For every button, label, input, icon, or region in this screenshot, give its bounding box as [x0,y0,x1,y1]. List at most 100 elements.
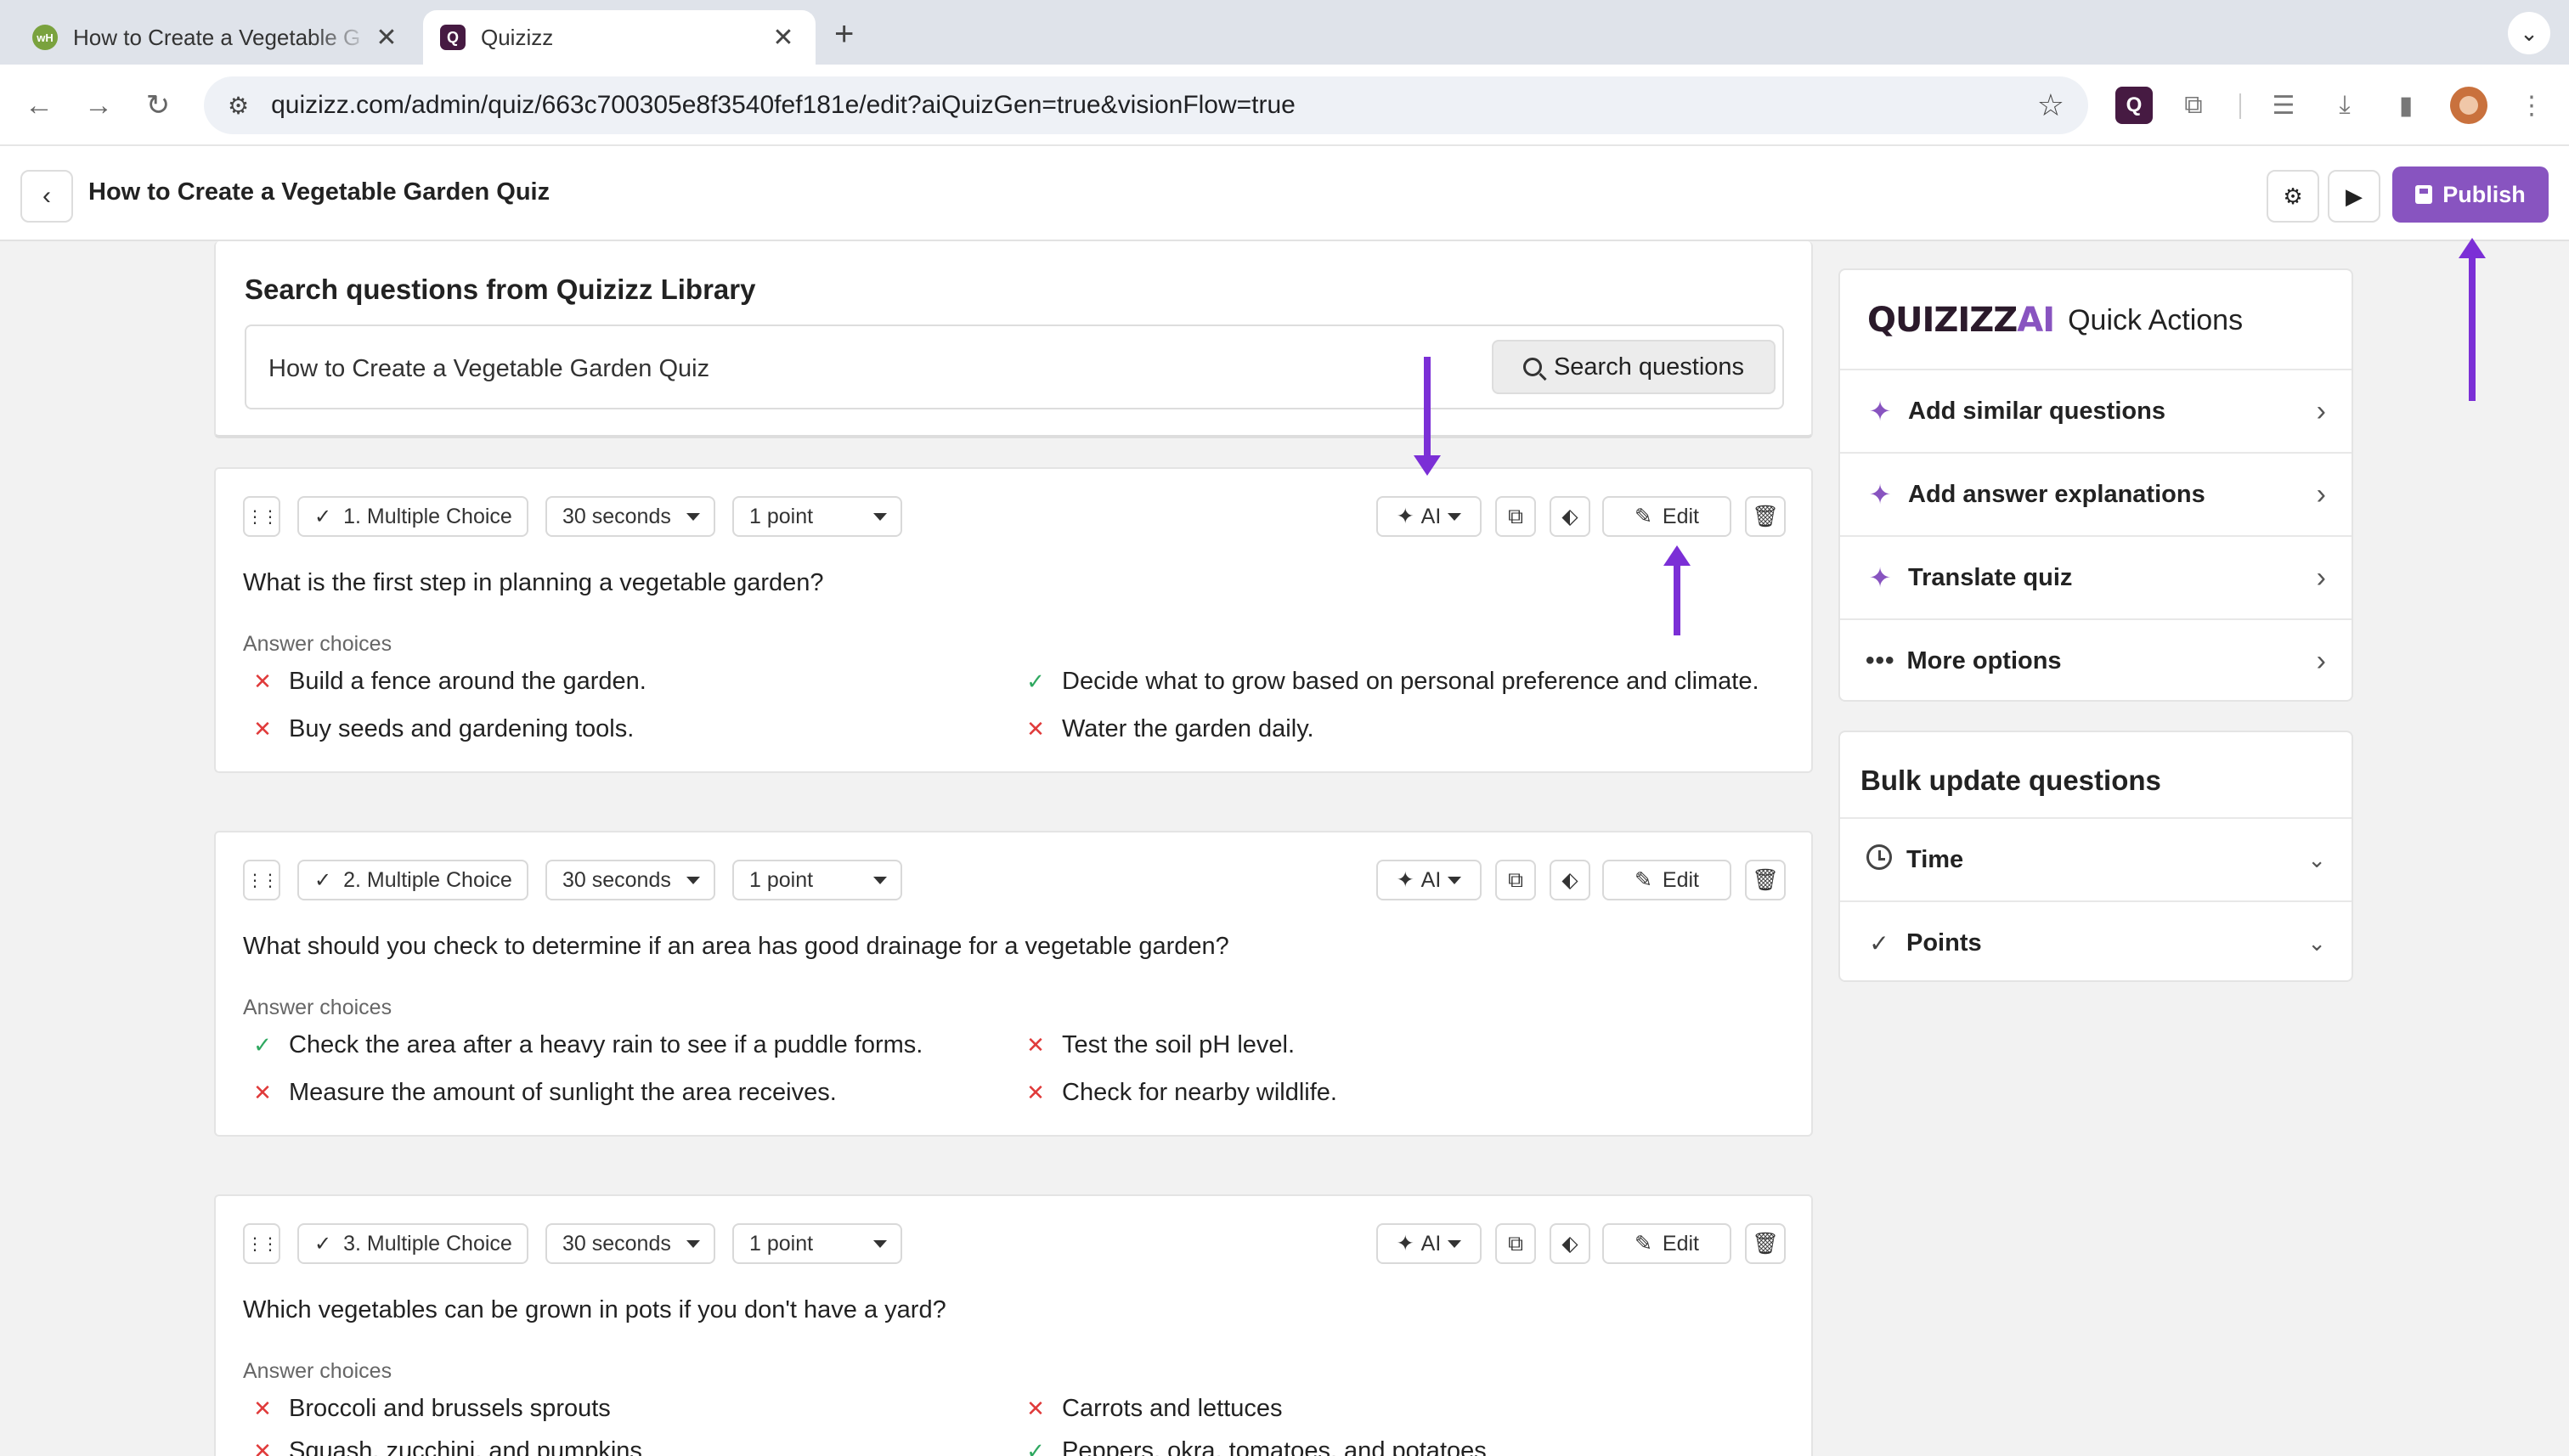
sparkle-icon: ✦ [1396,868,1414,892]
drag-handle-icon[interactable]: ⋮⋮ [243,496,280,537]
edit-label: Edit [1662,504,1700,528]
new-tab-icon[interactable]: + [834,15,854,54]
duplicate-button[interactable]: ⧉ [1495,1223,1536,1264]
answer-choices-label: Answer choices [243,632,392,656]
back-arrow-icon[interactable]: ← [19,85,59,126]
answer-choice: ✕ Water the garden daily. [1025,715,1314,743]
cross-icon: ✕ [253,1438,272,1456]
clock-icon [1866,844,1893,876]
tag-button[interactable]: ⬖ [1550,496,1590,537]
forward-arrow-icon[interactable]: → [78,85,119,126]
bulk-points-accordion[interactable]: ✓ Points ⌄ [1840,900,2352,984]
action-label: Translate quiz [1908,563,2073,591]
publish-button[interactable]: Publish [2392,166,2549,223]
side-panel-icon[interactable]: ▮ [2387,87,2425,124]
bulk-time-accordion[interactable]: Time ⌄ [1840,817,2352,900]
time-dropdown[interactable]: 30 seconds [545,496,715,537]
ai-enhance-button[interactable]: ✦ AI [1376,860,1482,900]
add-similar-questions-action[interactable]: ✦ Add similar questions › [1840,369,2352,452]
ai-enhance-button[interactable]: ✦ AI [1376,496,1482,537]
trash-icon: 🗑 [1752,867,1779,892]
points-dropdown[interactable]: 1 point [732,496,902,537]
browser-tab-quizizz[interactable]: Q Quizizz ✕ [423,10,816,65]
points-label: 1 point [749,1231,814,1256]
question-type-dropdown[interactable]: ✓ 1. Multiple Choice [297,496,528,537]
search-questions-button[interactable]: Search questions [1492,340,1776,394]
cross-icon: ✕ [1026,1032,1045,1058]
play-icon: ▶ [2346,183,2363,209]
preview-button[interactable]: ▶ [2328,170,2380,223]
quizizz-extension-icon[interactable]: Q [2115,87,2153,124]
tag-icon: ⬖ [1561,868,1578,892]
answer-choice: ✕ Squash, zucchini, and pumpkins [251,1437,642,1456]
question-text: What is the first step in planning a veg… [243,569,824,596]
answer-choices-label: Answer choices [243,996,392,1019]
browser-tab-bar: wH How to Create a Vegetable G ✕ Q Quizi… [0,0,2569,65]
points-dropdown[interactable]: 1 point [732,860,902,900]
profile-avatar[interactable] [2450,87,2487,124]
add-answer-explanations-action[interactable]: ✦ Add answer explanations › [1840,452,2352,535]
quiz-title: How to Create a Vegetable Garden Quiz [88,178,550,206]
settings-button[interactable]: ⚙ [2267,170,2319,223]
tab-search-chevron-icon[interactable]: ⌄ [2508,12,2550,54]
caret-down-icon [873,512,887,521]
answer-choice: ✕ Buy seeds and gardening tools. [251,715,634,743]
question-type-dropdown[interactable]: ✓ 3. Multiple Choice [297,1223,528,1264]
time-dropdown[interactable]: 30 seconds [545,1223,715,1264]
browser-menu-icon[interactable]: ⋮ [2513,87,2550,124]
extensions-puzzle-icon[interactable]: ⧉ [2175,87,2212,124]
copy-icon: ⧉ [1508,1231,1523,1256]
back-button[interactable]: ‹ [20,170,73,223]
question-type-dropdown[interactable]: ✓ 2. Multiple Choice [297,860,528,900]
reading-list-icon[interactable]: ☰ [2265,87,2302,124]
edit-button[interactable]: ✎ Edit [1602,860,1731,900]
delete-button[interactable]: 🗑 [1745,860,1786,900]
check-icon: ✓ [1026,1438,1045,1456]
search-input-value[interactable]: How to Create a Vegetable Garden Quiz [268,355,709,383]
close-tab-icon[interactable]: ✕ [371,23,402,53]
chevron-down-icon: ⌄ [2307,929,2326,956]
points-label: 1 point [749,867,814,892]
close-tab-icon[interactable]: ✕ [768,23,799,53]
duplicate-button[interactable]: ⧉ [1495,496,1536,537]
url-text[interactable]: quizizz.com/admin/quiz/663c700305e8f3540… [271,91,2037,120]
more-options-action[interactable]: ••• More options › [1840,618,2352,702]
time-dropdown[interactable]: 30 seconds [545,860,715,900]
check-icon: ✓ [1026,669,1045,694]
answer-text: Carrots and lettuces [1062,1395,1283,1422]
search-input[interactable]: How to Create a Vegetable Garden Quiz Se… [245,324,1784,409]
answer-choices-label: Answer choices [243,1359,392,1383]
question-card: ⋮⋮ ✓ 3. Multiple Choice 30 seconds 1 poin… [214,1194,1813,1456]
drag-handle-icon[interactable]: ⋮⋮ [243,1223,280,1264]
duplicate-button[interactable]: ⧉ [1495,860,1536,900]
browser-tab-wikihow[interactable]: wH How to Create a Vegetable G ✕ [15,10,419,65]
library-search-card: Search questions from Quizizz Library Ho… [214,241,1813,438]
answer-text: Check the area after a heavy rain to see… [289,1031,923,1058]
translate-quiz-action[interactable]: ✦ Translate quiz › [1840,535,2352,618]
tag-button[interactable]: ⬖ [1550,1223,1590,1264]
quick-actions-title: Quick Actions [2068,303,2244,336]
delete-button[interactable]: 🗑 [1745,1223,1786,1264]
points-dropdown[interactable]: 1 point [732,1223,902,1264]
site-settings-icon[interactable]: ⚙ [228,92,249,120]
answer-text: Peppers, okra, tomatoes, and potatoes [1062,1437,1487,1456]
bookmark-star-icon[interactable]: ☆ [2037,87,2064,123]
trash-icon: 🗑 [1752,504,1779,528]
annotation-arrow-up [2459,238,2486,401]
edit-button[interactable]: ✎ Edit [1602,496,1731,537]
cross-icon: ✕ [253,1080,272,1105]
sparkle-icon: ✦ [1396,505,1414,528]
copy-icon: ⧉ [1508,504,1523,528]
ai-enhance-button[interactable]: ✦ AI [1376,1223,1482,1264]
address-bar[interactable]: ⚙ quizizz.com/admin/quiz/663c700305e8f35… [204,76,2088,134]
reload-icon[interactable]: ↻ [138,85,178,126]
drag-handle-icon[interactable]: ⋮⋮ [243,860,280,900]
download-icon[interactable]: ⤓ [2326,87,2363,124]
edit-button[interactable]: ✎ Edit [1602,1223,1731,1264]
question-text: Which vegetables can be grown in pots if… [243,1296,946,1323]
tag-button[interactable]: ⬖ [1550,860,1590,900]
delete-button[interactable]: 🗑 [1745,496,1786,537]
cross-icon: ✕ [1026,1396,1045,1421]
browser-toolbar: ← → ↻ ⚙ quizizz.com/admin/quiz/663c70030… [0,65,2569,146]
caret-down-icon [1448,1239,1462,1248]
